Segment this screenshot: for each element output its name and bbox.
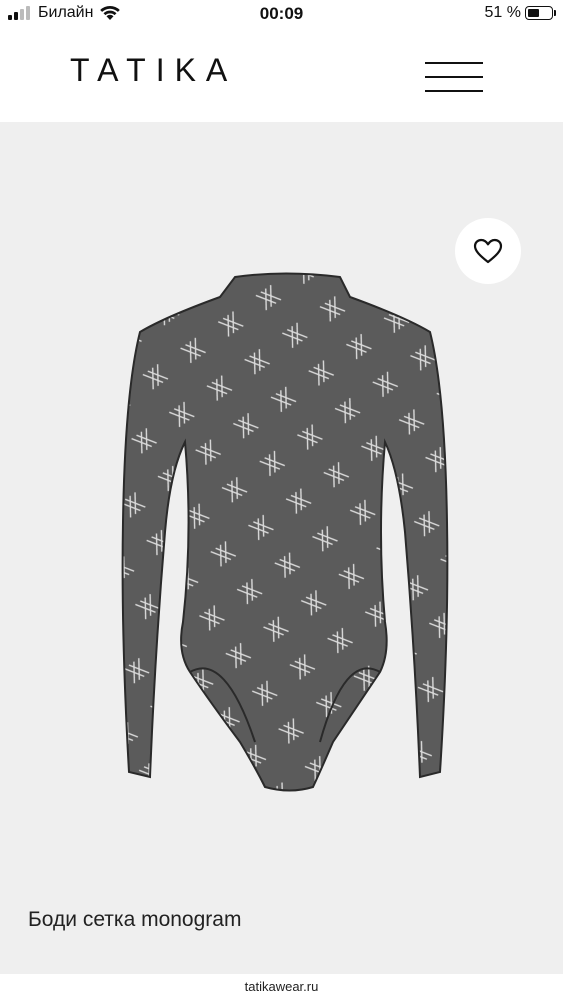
status-right: 51 % [484, 4, 556, 22]
battery-level [528, 9, 539, 17]
favorite-button[interactable] [455, 218, 521, 284]
product-card[interactable]: Боди сетка monogram [0, 122, 563, 974]
product-title[interactable]: Боди сетка monogram [28, 908, 241, 932]
status-bar: Билайн 00:09 51 % [0, 0, 563, 30]
heart-icon [473, 238, 503, 264]
status-time: 00:09 [259, 4, 304, 23]
menu-line [425, 62, 483, 64]
site-header: TATIKA [0, 30, 563, 122]
brand-logo[interactable]: TATIKA [70, 52, 237, 89]
battery-percentage: 51 % [484, 4, 521, 21]
hamburger-menu-icon[interactable] [425, 60, 485, 92]
menu-line [425, 90, 483, 92]
browser-url[interactable]: tatikawear.ru [0, 979, 563, 994]
menu-line [425, 76, 483, 78]
battery-icon [525, 6, 556, 20]
product-image[interactable] [115, 272, 455, 792]
